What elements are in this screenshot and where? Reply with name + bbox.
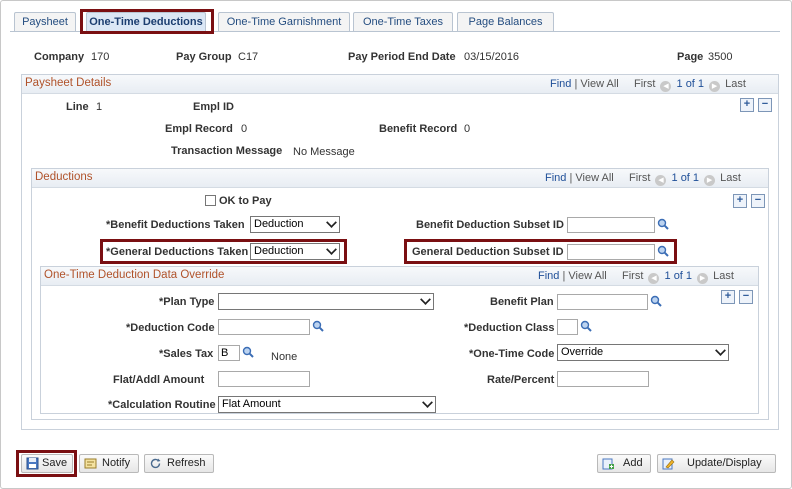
sales-tax-input[interactable] xyxy=(218,345,240,361)
benefit-plan-input[interactable] xyxy=(557,294,648,310)
benefit-deduction-subset-input[interactable] xyxy=(567,217,655,233)
empl-id-label: Empl ID xyxy=(193,101,234,113)
one-time-code-label: *One-Time Code xyxy=(469,348,555,360)
lookup-icon[interactable] xyxy=(657,218,669,230)
chevron-down-icon xyxy=(422,397,433,408)
view-all-link[interactable]: View All xyxy=(568,270,606,282)
benefit-deduction-subset-label: Benefit Deduction Subset ID xyxy=(416,219,564,231)
sales-tax-label: *Sales Tax xyxy=(159,348,214,360)
pay-group-label: Pay Group xyxy=(176,51,232,63)
ok-to-pay-checkbox[interactable] xyxy=(205,195,216,206)
find-link[interactable]: Find xyxy=(538,270,559,282)
tab-one-time-garnishment[interactable]: One-Time Garnishment xyxy=(218,12,350,31)
view-all-link[interactable]: View All xyxy=(580,78,618,90)
transaction-message-label: Transaction Message xyxy=(171,145,283,157)
override-header: One-Time Deduction Data Override Find | … xyxy=(41,267,758,286)
deduction-class-input[interactable] xyxy=(557,319,578,335)
view-all-link[interactable]: View All xyxy=(575,172,613,184)
next-icon[interactable]: ▶ xyxy=(697,273,709,284)
add-button[interactable]: Add xyxy=(597,454,651,473)
highlight-general-deduction-subset xyxy=(404,239,677,264)
chevron-down-icon xyxy=(420,294,431,305)
flat-amount-input[interactable] xyxy=(218,371,310,387)
override-panel: One-Time Deduction Data Override Find | … xyxy=(40,266,759,414)
lookup-icon[interactable] xyxy=(312,320,324,332)
empl-record-label: Empl Record xyxy=(165,123,233,135)
notify-icon xyxy=(84,458,97,469)
update-display-button[interactable]: Update/Display xyxy=(657,454,776,473)
period-end-value: 03/15/2016 xyxy=(464,51,520,63)
calculation-routine-label: *Calculation Routine xyxy=(108,399,216,411)
previous-icon[interactable]: ◀ xyxy=(648,273,660,284)
next-icon[interactable]: ▶ xyxy=(709,81,721,92)
company-value: 170 xyxy=(91,51,110,63)
tab-page-balances[interactable]: Page Balances xyxy=(457,12,554,31)
chevron-down-icon xyxy=(326,217,337,228)
deductions-title: Deductions xyxy=(35,171,93,183)
plan-type-label: *Plan Type xyxy=(159,296,215,308)
deductions-nav: Find | View All First ◀ 1 of 1 ▶ Last xyxy=(545,172,741,186)
paysheet-details-nav: Find | View All First ◀ 1 of 1 ▶ Last xyxy=(550,78,746,92)
benefit-deductions-taken-select[interactable]: Deduction xyxy=(250,216,340,233)
delete-row-minus-icon[interactable]: − xyxy=(758,98,772,112)
transaction-message-value: No Message xyxy=(293,146,355,158)
empl-record-value: 0 xyxy=(241,123,248,135)
find-link[interactable]: Find xyxy=(545,172,566,184)
period-end-label: Pay Period End Date xyxy=(348,51,456,63)
flat-amount-label: Flat/Addl Amount xyxy=(113,374,205,386)
highlight-active-tab xyxy=(80,9,214,34)
override-nav: Find | View All First ◀ 1 of 1 ▶ Last xyxy=(538,270,734,284)
previous-icon[interactable]: ◀ xyxy=(655,175,667,186)
highlight-save-button xyxy=(16,450,77,477)
previous-icon[interactable]: ◀ xyxy=(660,81,672,92)
deductions-header: Deductions Find | View All First ◀ 1 of … xyxy=(32,169,768,188)
highlight-general-deductions-taken xyxy=(100,239,347,264)
deduction-code-input[interactable] xyxy=(218,319,310,335)
add-row-plus-icon[interactable]: + xyxy=(721,290,735,304)
lookup-icon[interactable] xyxy=(580,320,592,332)
delete-row-minus-icon[interactable]: − xyxy=(751,194,765,208)
line-value: 1 xyxy=(96,101,103,113)
override-title: One-Time Deduction Data Override xyxy=(44,269,225,281)
next-icon[interactable]: ▶ xyxy=(704,175,716,186)
benefit-record-value: 0 xyxy=(464,123,471,135)
deduction-code-label: *Deduction Code xyxy=(126,322,215,334)
ok-to-pay-label: OK to Pay xyxy=(219,195,272,207)
add-row-plus-icon[interactable]: + xyxy=(740,98,754,112)
paysheet-details-header: Paysheet Details Find | View All First ◀… xyxy=(22,75,778,94)
tab-paysheet[interactable]: Paysheet xyxy=(14,12,76,31)
find-link[interactable]: Find xyxy=(550,78,571,90)
benefit-plan-label: Benefit Plan xyxy=(490,296,554,308)
deduction-class-label: *Deduction Class xyxy=(464,322,555,334)
rate-percent-label: Rate/Percent xyxy=(487,374,555,386)
sales-tax-description: None xyxy=(271,351,298,363)
refresh-button[interactable]: Refresh xyxy=(144,454,214,473)
page-label: Page xyxy=(677,51,704,63)
pay-group-value: C17 xyxy=(238,51,259,63)
one-time-code-select[interactable]: Override xyxy=(557,344,729,361)
page-value: 3500 xyxy=(708,51,733,63)
calculation-routine-select[interactable]: Flat Amount xyxy=(218,396,436,413)
company-label: Company xyxy=(34,51,85,63)
paysheet-details-title: Paysheet Details xyxy=(25,77,112,89)
lookup-icon[interactable] xyxy=(650,295,662,307)
notify-button[interactable]: Notify xyxy=(79,454,139,473)
benefit-deductions-taken-label: *Benefit Deductions Taken xyxy=(106,219,245,231)
delete-row-minus-icon[interactable]: − xyxy=(739,290,753,304)
benefit-record-label: Benefit Record xyxy=(379,123,458,135)
update-display-icon xyxy=(662,458,675,470)
rate-percent-input[interactable] xyxy=(557,371,649,387)
refresh-icon xyxy=(150,458,161,469)
plan-type-select[interactable] xyxy=(218,293,434,310)
chevron-down-icon xyxy=(715,345,726,356)
lookup-icon[interactable] xyxy=(242,346,254,358)
line-label: Line xyxy=(66,101,89,113)
tab-one-time-taxes[interactable]: One-Time Taxes xyxy=(353,12,453,31)
add-row-plus-icon[interactable]: + xyxy=(733,194,747,208)
add-icon xyxy=(602,458,614,470)
